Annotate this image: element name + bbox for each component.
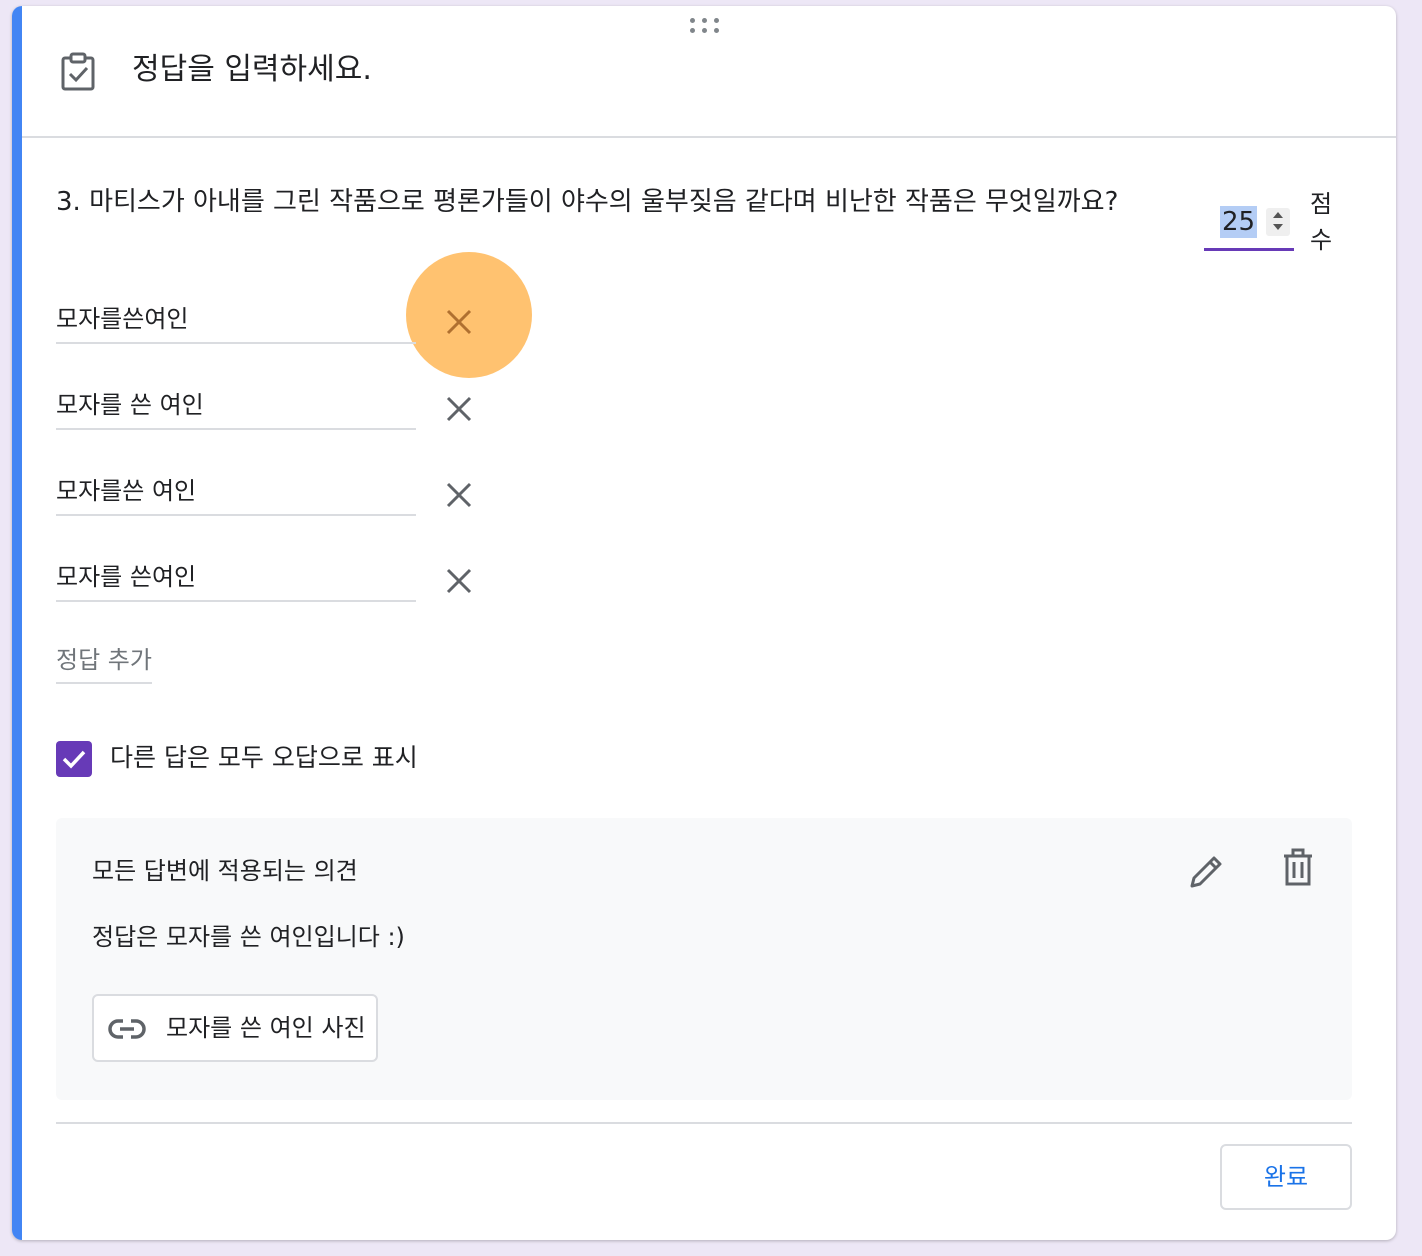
remove-answer-button[interactable] [437,473,481,517]
pencil-icon [1190,856,1222,888]
feedback-link-label[interactable]: 모자를 쓴 여인 사진 [166,1011,366,1045]
answer-field[interactable]: 모자를 쓴 여인 [56,388,416,430]
close-icon [446,396,472,422]
add-answer-button[interactable]: 정답 추가 [56,642,152,684]
close-icon [446,309,472,335]
close-icon [446,568,472,594]
feedback-panel: 모든 답변에 적용되는 의견 정답은 모자를 쓴 여인입니다 :) 모자를 쓴 … [56,818,1352,1100]
delete-feedback-button[interactable] [1276,846,1320,890]
points-value[interactable]: 25 [1220,206,1258,238]
adjacent-panel-edge [1412,0,1422,1256]
done-button[interactable]: 완료 [1220,1144,1352,1210]
active-card-accent-bar [12,6,22,1240]
trash-icon [1284,848,1312,886]
answer-text[interactable]: 모자를쓴 여인 [56,474,196,508]
mark-incorrect-checkbox[interactable] [56,741,92,777]
question-card: 정답을 입력하세요. 3. 마티스가 아내를 그린 작품으로 평론가들이 야수의… [12,6,1396,1240]
feedback-link-chip[interactable]: 모자를 쓴 여인 사진 [92,994,378,1062]
answer-field[interactable]: 모자를쓴여인 [56,302,416,344]
answer-text[interactable]: 모자를쓴여인 [56,302,188,336]
checkmark-icon [62,750,86,769]
link-icon [108,1019,146,1039]
feedback-text: 정답은 모자를 쓴 여인입니다 :) [92,923,405,951]
spinner-down-icon[interactable] [1273,224,1283,230]
remove-answer-button[interactable] [437,559,481,603]
question-text: 3. 마티스가 아내를 그린 작품으로 평론가들이 야수의 울부짖음 같다며 비… [56,187,1119,217]
points-input[interactable]: 25 [1204,202,1294,251]
edit-feedback-button[interactable] [1184,850,1228,894]
points-spinner[interactable] [1266,208,1290,236]
answer-text[interactable]: 모자를 쓴여인 [56,560,196,594]
answer-text[interactable]: 모자를 쓴 여인 [56,388,204,422]
mark-incorrect-label[interactable]: 다른 답은 모두 오답으로 표시 [110,740,418,776]
remove-answer-button[interactable] [437,387,481,431]
close-icon [446,482,472,508]
answer-field[interactable]: 모자를쓴 여인 [56,474,416,516]
answer-field[interactable]: 모자를 쓴여인 [56,560,416,602]
header-title: 정답을 입력하세요. [132,52,372,87]
remove-answer-button[interactable] [437,300,481,344]
answer-key-header: 정답을 입력하세요. [22,6,1396,138]
spinner-up-icon[interactable] [1273,212,1283,218]
feedback-title: 모든 답변에 적용되는 의견 [92,857,358,885]
footer-divider [56,1122,1352,1124]
points-label: 점수 [1309,190,1333,254]
clipboard-check-icon [61,52,95,91]
